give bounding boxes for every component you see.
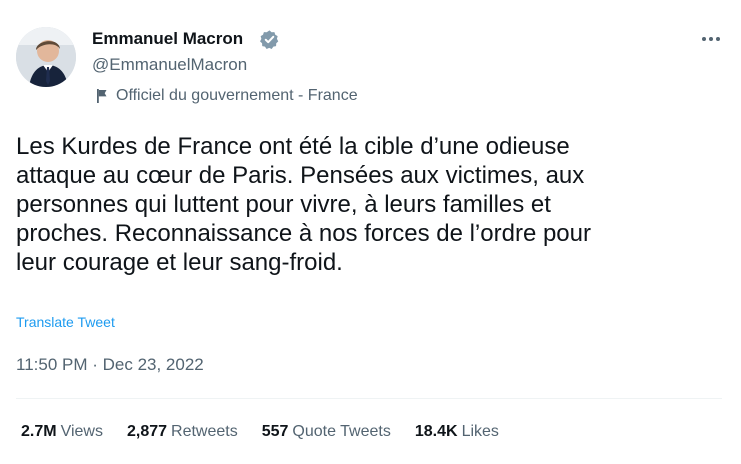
stats-divider	[16, 398, 722, 399]
flag-icon	[97, 89, 107, 103]
likes-stat[interactable]: 18.4K Likes	[415, 422, 499, 442]
retweets-label: Retweets	[171, 423, 238, 440]
government-label[interactable]: Officiel du gouvernement - France	[96, 86, 358, 106]
translate-tweet-link[interactable]: Translate Tweet	[16, 313, 115, 331]
retweets-stat[interactable]: 2,877 Retweets	[127, 422, 238, 442]
quote-tweets-stat[interactable]: 557 Quote Tweets	[262, 422, 391, 442]
author-avatar[interactable]	[16, 27, 76, 87]
verified-badge-icon	[260, 30, 279, 49]
views-label: Views	[60, 423, 103, 440]
likes-label: Likes	[461, 423, 499, 440]
retweets-count: 2,877	[126, 423, 168, 440]
tweet-text: Les Kurdes de France ont été la cible d’…	[16, 133, 591, 276]
more-dot-icon	[709, 37, 713, 41]
views-count: 2.7M	[21, 423, 57, 440]
more-dot-icon	[716, 37, 720, 41]
more-options-icon[interactable]	[696, 30, 726, 48]
avatar-image	[16, 27, 76, 87]
views-stat[interactable]: 2.7M Views	[21, 422, 103, 442]
quote-tweets-label: Quote Tweets	[292, 423, 391, 440]
quote-tweets-count: 557	[261, 423, 289, 440]
more-dot-icon	[702, 37, 706, 41]
government-label-text: Officiel du gouvernement - France	[116, 87, 358, 104]
author-name[interactable]: Emmanuel Macron	[92, 29, 243, 49]
author-handle[interactable]: @EmmanuelMacron	[92, 55, 247, 75]
tweet-stats: 2.7M Views 2,877 Retweets 557 Quote Twee…	[21, 422, 499, 442]
likes-count: 18.4K	[414, 423, 458, 440]
tweet-card: Emmanuel Macron @EmmanuelMacron Officiel…	[0, 0, 741, 464]
tweet-timestamp[interactable]: 11:50 PM · Dec 23, 2022	[16, 355, 204, 375]
